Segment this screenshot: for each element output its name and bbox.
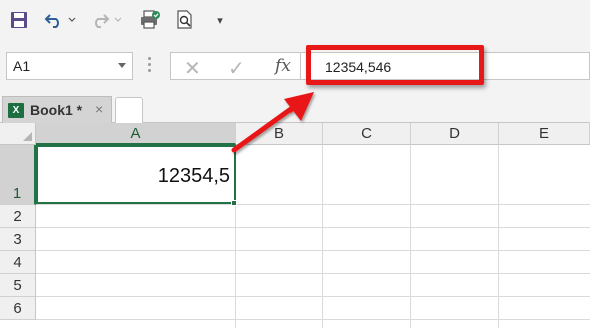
- cancel-icon[interactable]: ✕: [184, 56, 201, 81]
- column-header-c[interactable]: C: [323, 123, 411, 145]
- redo-dropdown-icon[interactable]: [113, 10, 123, 30]
- row-gridline: [36, 273, 590, 274]
- row-gridline: [36, 296, 590, 297]
- row-header-5[interactable]: 5: [0, 274, 36, 297]
- undo-dropdown-icon[interactable]: [67, 10, 77, 30]
- row-gridline: [36, 250, 590, 251]
- row-gridline: [36, 204, 590, 205]
- formula-controls: ✕ ✓ fx: [170, 52, 300, 80]
- customize-toolbar-icon[interactable]: ▾: [213, 10, 227, 30]
- select-all-button[interactable]: [0, 123, 36, 145]
- column-gridline: [498, 145, 499, 328]
- workbook-tab[interactable]: X Book1 * ×: [2, 96, 112, 123]
- print-preview-icon[interactable]: [175, 10, 195, 30]
- undo-icon[interactable]: [44, 10, 64, 30]
- row-header-6[interactable]: 6: [0, 297, 36, 320]
- highlight-box: [306, 45, 484, 85]
- close-icon[interactable]: ×: [95, 101, 103, 117]
- row-gridline: [36, 227, 590, 228]
- new-tab-button[interactable]: [115, 97, 143, 124]
- column-header-b[interactable]: B: [236, 123, 323, 145]
- workbook-tab-label: Book1 *: [30, 102, 83, 118]
- active-cell-a1[interactable]: 12354,5: [36, 145, 236, 204]
- column-gridline: [410, 145, 411, 328]
- enter-icon[interactable]: ✓: [228, 56, 245, 81]
- row-header-3[interactable]: 3: [0, 228, 36, 251]
- row-header-2[interactable]: 2: [0, 205, 36, 228]
- workbook-tab-strip: X Book1 * ×: [0, 94, 590, 124]
- column-header-d[interactable]: D: [411, 123, 499, 145]
- redo-icon[interactable]: [90, 10, 110, 30]
- column-header-a[interactable]: A: [36, 123, 236, 145]
- column-header-e[interactable]: E: [499, 123, 590, 145]
- spreadsheet-grid: A B C D E 1 2 3 4 5 6 12354,5: [0, 123, 590, 328]
- formula-bar: A1 ✕ ✓ fx 12354,546: [0, 40, 590, 94]
- insert-function-icon[interactable]: fx: [275, 56, 291, 76]
- resize-handle-icon[interactable]: [148, 57, 152, 75]
- print-icon[interactable]: [139, 10, 161, 30]
- excel-icon: X: [8, 103, 24, 118]
- column-gridline: [322, 145, 323, 328]
- cell-a1-value: 12354,5: [157, 165, 230, 187]
- quick-access-toolbar: ▾: [0, 0, 590, 40]
- name-box-value: A1: [13, 58, 31, 74]
- fill-handle[interactable]: [231, 200, 237, 206]
- row-header-1[interactable]: 1: [0, 145, 36, 205]
- chevron-down-icon[interactable]: [118, 63, 126, 68]
- name-box[interactable]: A1: [6, 52, 133, 80]
- row-gridline: [36, 319, 590, 320]
- row-header-4[interactable]: 4: [0, 251, 36, 274]
- save-icon[interactable]: [9, 10, 29, 30]
